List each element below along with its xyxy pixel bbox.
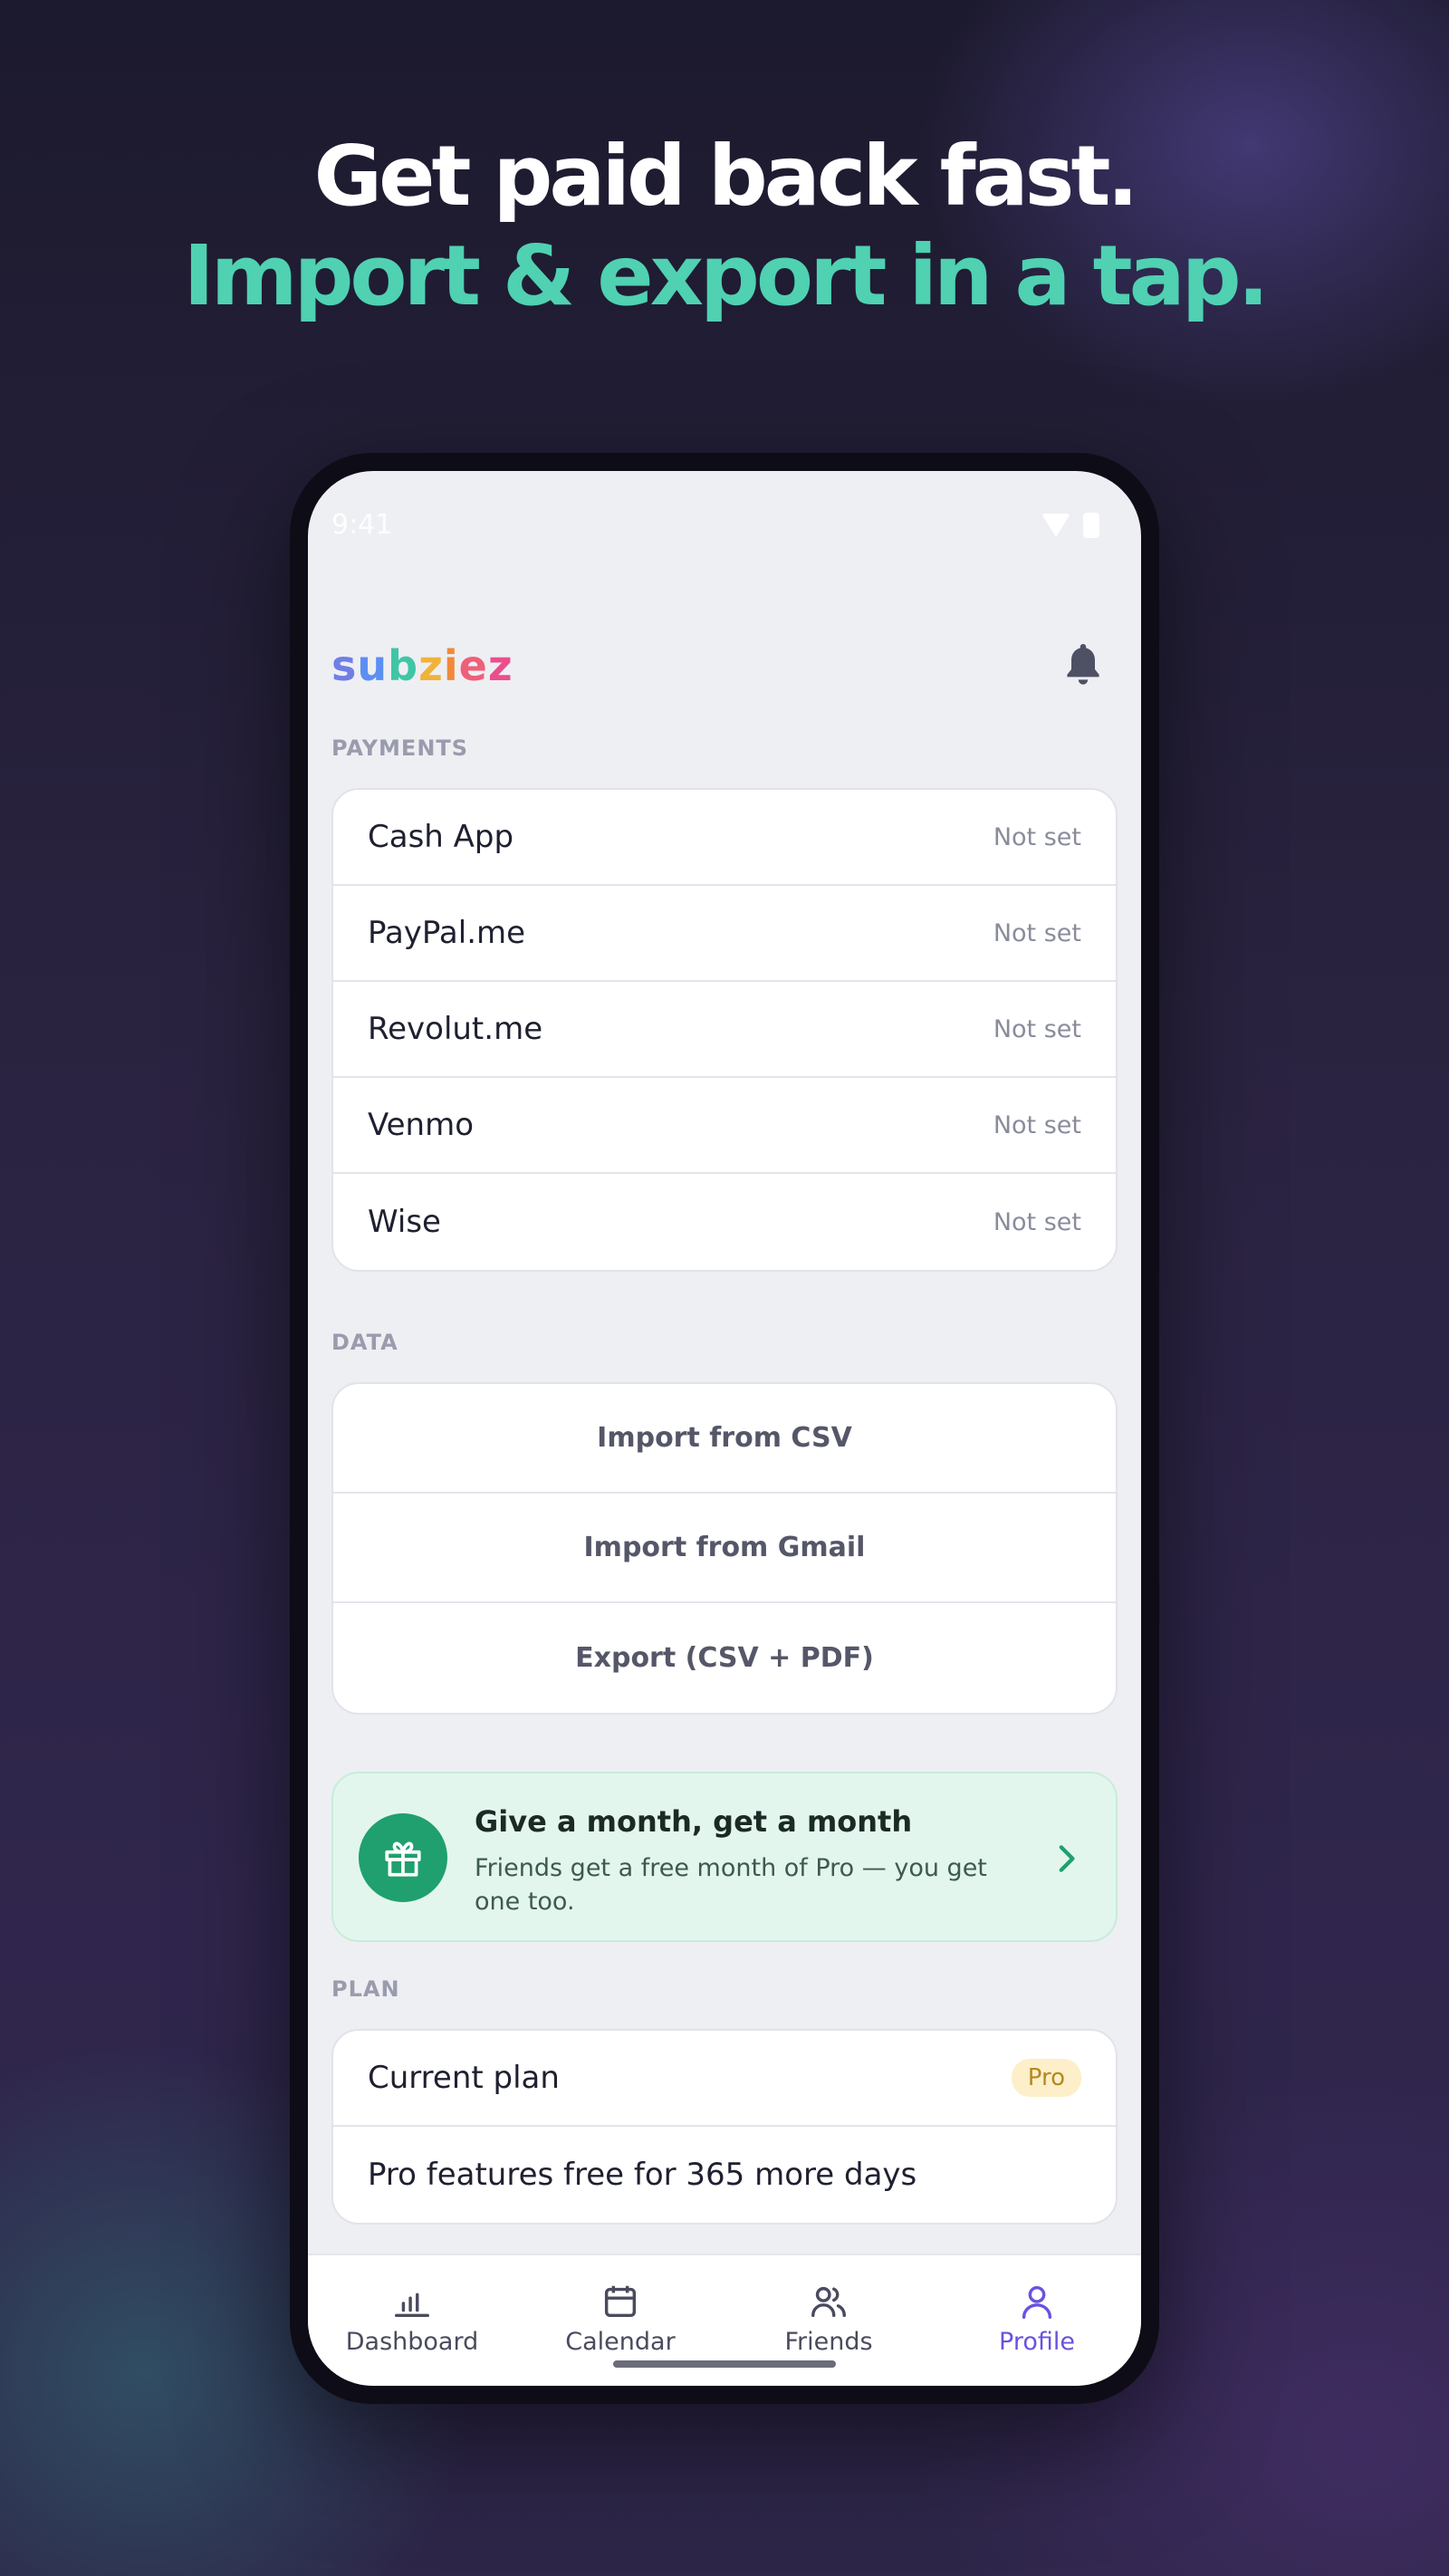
current-plan-label: Current plan <box>368 2060 560 2096</box>
nav-label: Calendar <box>565 2328 676 2356</box>
data-card: Import from CSV Import from Gmail Export… <box>331 1382 1118 1715</box>
payment-row-venmo[interactable]: Venmo Not set <box>333 1078 1116 1174</box>
bar-chart-icon <box>395 2292 429 2318</box>
promo-headline: Get paid back fast. Import & export in a… <box>0 127 1449 326</box>
payments-card: Cash App Not set PayPal.me Not set Revol… <box>331 788 1118 1272</box>
import-csv-button[interactable]: Import from CSV <box>333 1384 1116 1494</box>
payment-method-value: Not set <box>993 918 1081 947</box>
headline-line-2: Import & export in a tap. <box>183 227 1269 324</box>
payment-method-value: Not set <box>993 1207 1081 1236</box>
notifications-bell-icon[interactable] <box>1061 641 1105 688</box>
pro-features-note: Pro features free for 365 more days <box>368 2157 917 2193</box>
referral-title: Give a month, get a month <box>475 1804 913 1839</box>
payment-method-value: Not set <box>993 1110 1081 1139</box>
profile-icon <box>1022 2285 1052 2319</box>
referral-banner[interactable]: Give a month, get a month Friends get a … <box>331 1772 1118 1942</box>
nav-label: Profile <box>999 2328 1075 2356</box>
plan-section-label: PLAN <box>331 1976 400 2002</box>
app-bar: subziez <box>308 607 1141 716</box>
wifi-icon <box>1041 514 1070 537</box>
payments-section-label: PAYMENTS <box>331 735 469 761</box>
home-indicator[interactable] <box>613 2360 836 2368</box>
payment-method-label: Venmo <box>368 1107 475 1143</box>
phone-screen: 9:41 subziez PAYMENTS Cash App Not set P… <box>308 471 1141 2386</box>
calendar-icon <box>604 2285 637 2318</box>
payment-method-value: Not set <box>993 1014 1081 1043</box>
gift-icon-circle <box>359 1813 447 1902</box>
app-logo: subziez <box>331 641 513 690</box>
plan-card: Current plan Pro Pro features free for 3… <box>331 2029 1118 2225</box>
chevron-right-icon <box>1059 1845 1075 1872</box>
payment-row-wise[interactable]: Wise Not set <box>333 1174 1116 1270</box>
payment-method-value: Not set <box>993 822 1081 851</box>
payment-row-revolut[interactable]: Revolut.me Not set <box>333 982 1116 1078</box>
export-csv-pdf-button[interactable]: Export (CSV + PDF) <box>333 1603 1116 1713</box>
nav-item-dashboard[interactable]: Dashboard <box>308 2255 516 2386</box>
payment-method-label: Revolut.me <box>368 1011 543 1047</box>
nav-item-profile[interactable]: Profile <box>933 2255 1141 2386</box>
payment-row-cash-app[interactable]: Cash App Not set <box>333 790 1116 886</box>
status-icons <box>1041 513 1099 538</box>
status-bar: 9:41 <box>308 471 1141 580</box>
import-gmail-button[interactable]: Import from Gmail <box>333 1494 1116 1603</box>
payment-method-label: Wise <box>368 1204 441 1240</box>
plan-status-badge: Pro <box>1011 2059 1081 2097</box>
referral-subtitle: Friends get a free month of Pro — you ge… <box>475 1854 987 1916</box>
current-plan-row[interactable]: Current plan Pro <box>333 2031 1116 2127</box>
nav-label: Dashboard <box>345 2328 479 2356</box>
payment-row-paypal[interactable]: PayPal.me Not set <box>333 886 1116 982</box>
friends-icon <box>811 2286 846 2318</box>
pro-note-row: Pro features free for 365 more days <box>333 2127 1116 2223</box>
phone-frame: 9:41 subziez PAYMENTS Cash App Not set P… <box>290 453 1159 2404</box>
gift-icon <box>385 1841 421 1877</box>
status-time: 9:41 <box>331 509 393 541</box>
data-section-label: DATA <box>331 1330 398 1355</box>
payment-method-label: Cash App <box>368 819 514 855</box>
headline-line-1: Get paid back fast. <box>313 128 1139 225</box>
nav-label: Friends <box>784 2328 873 2356</box>
battery-icon <box>1083 513 1099 538</box>
payment-method-label: PayPal.me <box>368 915 526 951</box>
